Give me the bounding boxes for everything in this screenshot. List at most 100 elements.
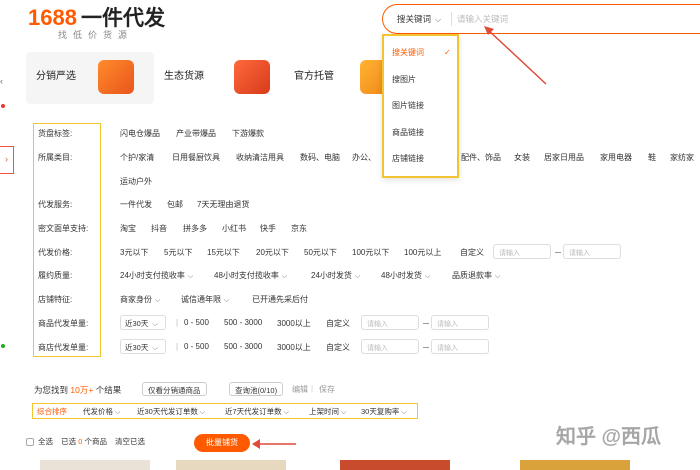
filter-option[interactable]: 一件代发 bbox=[120, 199, 152, 210]
filter-option[interactable]: 包邮 bbox=[167, 199, 183, 210]
filter-option[interactable]: 100元以下 bbox=[352, 247, 389, 258]
shop-orders-period-select[interactable]: 近30天 ⌵ bbox=[120, 339, 166, 354]
product-thumbnail[interactable] bbox=[520, 460, 630, 470]
separator: | bbox=[176, 342, 179, 351]
price-max-input[interactable]: 请输入 bbox=[563, 244, 621, 259]
filter-dropdown[interactable]: 24小时发货 ⌵ bbox=[311, 270, 360, 281]
filter-option[interactable]: 运动户外 bbox=[120, 176, 152, 187]
chevron-down-icon: ⌵ bbox=[281, 273, 288, 280]
filter-option[interactable]: 50元以下 bbox=[304, 247, 337, 258]
filter-option[interactable]: 0 - 500 bbox=[184, 342, 209, 351]
filter-option[interactable]: 快手 bbox=[260, 223, 276, 234]
filter-option[interactable]: 自定义 bbox=[460, 247, 484, 258]
filter-option[interactable]: 20元以下 bbox=[256, 247, 289, 258]
filter-option[interactable]: 居家日用品 bbox=[544, 152, 584, 163]
tab-label: 生态货源 bbox=[164, 71, 204, 82]
sort-comprehensive[interactable]: 综合排序 bbox=[37, 406, 67, 417]
save-link[interactable]: 保存 bbox=[319, 384, 335, 395]
range-dash bbox=[423, 347, 429, 348]
left-rail-toggle[interactable]: › bbox=[0, 146, 14, 174]
filter-option[interactable]: 3000以上 bbox=[277, 318, 311, 329]
check-icon: ✓ bbox=[444, 48, 451, 57]
chevron-down-icon: ⌵ bbox=[283, 409, 289, 416]
filter-dropdown[interactable]: 24小时支付揽收率 ⌵ bbox=[120, 270, 193, 281]
filter-option[interactable]: 鞋 bbox=[648, 152, 656, 163]
sort-listing-time[interactable]: 上架时间 ⌵ bbox=[309, 406, 346, 417]
edit-link[interactable]: 编辑 bbox=[292, 384, 308, 395]
search-type-select[interactable]: 搜关键词 ⌵ bbox=[397, 13, 441, 25]
select-all-checkbox[interactable] bbox=[26, 438, 34, 447]
filter-dropdown[interactable]: 商家身份 ⌵ bbox=[120, 294, 160, 305]
filter-dropdown[interactable]: 诚信通年限 ⌵ bbox=[181, 294, 229, 305]
filter-option[interactable]: 7天无理由退货 bbox=[197, 199, 249, 210]
tab-guanfang[interactable]: 官方托管 bbox=[226, 52, 346, 104]
product-thumbnail[interactable] bbox=[176, 460, 286, 470]
sort-price[interactable]: 代发价格 ⌵ bbox=[83, 406, 120, 417]
dropdown-item-image-link[interactable]: 图片链接 bbox=[392, 100, 424, 111]
filter-option[interactable]: 数码、电脑 bbox=[300, 152, 340, 163]
filter-label-shop-orders: 商店代发单量: bbox=[38, 343, 89, 352]
shop-orders-min-input[interactable]: 请输入 bbox=[361, 339, 419, 354]
item-orders-max-input[interactable]: 请输入 bbox=[431, 315, 489, 330]
filter-option[interactable]: 产业带爆品 bbox=[176, 128, 216, 139]
dropdown-item-product-link[interactable]: 商品链接 bbox=[392, 127, 424, 138]
dropdown-item-keyword[interactable]: 搜关键词 bbox=[392, 47, 424, 58]
logo-number: 1688 bbox=[28, 5, 77, 30]
left-rail-arrow[interactable]: ‹ bbox=[0, 76, 3, 86]
filter-option[interactable]: 个护/家清 bbox=[120, 152, 154, 163]
filter-option[interactable]: 家纺家 bbox=[670, 152, 694, 163]
item-orders-min-input[interactable]: 请输入 bbox=[361, 315, 419, 330]
dropdown-item-store-link[interactable]: 店铺链接 bbox=[392, 153, 424, 164]
filter-option[interactable]: 拼多多 bbox=[183, 223, 207, 234]
shop-orders-max-input[interactable]: 请输入 bbox=[431, 339, 489, 354]
filter-dropdown[interactable]: 48小时发货 ⌵ bbox=[381, 270, 430, 281]
chevron-down-icon: ⌵ bbox=[224, 297, 230, 304]
filter-option[interactable]: 配件、饰品 bbox=[461, 152, 501, 163]
item-orders-period-select[interactable]: 近30天 ⌵ bbox=[120, 315, 166, 330]
filter-option[interactable]: 家用电器 bbox=[600, 152, 632, 163]
filter-dropdown[interactable]: 48小时支付揽收率 ⌵ bbox=[214, 270, 287, 281]
filter-option[interactable]: 3元以下 bbox=[120, 247, 148, 258]
sort-7day-orders[interactable]: 近7天代发订单数 ⌵ bbox=[225, 406, 289, 417]
chevron-down-icon: ⌵ bbox=[152, 321, 158, 328]
filter-option[interactable]: 淘宝 bbox=[120, 223, 136, 234]
product-thumbnail[interactable] bbox=[340, 460, 450, 470]
search-type-dropdown: 搜关键词 ✓ 搜图片 图片链接 商品链接 店铺链接 bbox=[382, 34, 459, 178]
filter-option[interactable]: 自定义 bbox=[326, 342, 350, 353]
filter-option[interactable]: 日用餐厨饮具 bbox=[172, 152, 220, 163]
filter-option[interactable]: 女装 bbox=[514, 152, 530, 163]
storefront-icon bbox=[234, 60, 270, 94]
price-min-input[interactable]: 请输入 bbox=[493, 244, 551, 259]
filter-option[interactable]: 0 - 500 bbox=[184, 318, 209, 327]
sort-repurchase[interactable]: 30天复购率 ⌵ bbox=[361, 406, 407, 417]
filter-option[interactable]: 500 - 3000 bbox=[224, 342, 262, 351]
range-dash bbox=[555, 252, 561, 253]
filter-label-platform: 密文面单支持: bbox=[38, 224, 89, 233]
filter-option[interactable]: 收纳清洁用具 bbox=[236, 152, 284, 163]
filter-option[interactable]: 抖音 bbox=[151, 223, 167, 234]
filter-option[interactable]: 100元以上 bbox=[404, 247, 441, 258]
select-all-label: 全选 bbox=[38, 437, 53, 446]
clear-selected-link[interactable]: 清空已选 bbox=[115, 437, 145, 446]
filter-option[interactable]: 500 - 3000 bbox=[224, 318, 262, 327]
bulk-distribute-button[interactable]: 批量铺货 bbox=[194, 434, 250, 452]
product-thumbnail[interactable] bbox=[40, 460, 150, 470]
dropdown-item-image[interactable]: 搜图片 bbox=[392, 74, 416, 85]
filter-option[interactable]: 京东 bbox=[291, 223, 307, 234]
filter-option[interactable]: 闪电仓爆品 bbox=[120, 128, 160, 139]
filter-option[interactable]: 3000以上 bbox=[277, 342, 311, 353]
range-dash bbox=[423, 323, 429, 324]
filter-option[interactable]: 小红书 bbox=[222, 223, 246, 234]
tab-fenxiao[interactable]: 分销严选 bbox=[26, 52, 154, 104]
tab-label: 分销严选 bbox=[36, 71, 76, 82]
filter-option[interactable]: 下游爆款 bbox=[232, 128, 264, 139]
filter-option[interactable]: 已开通先采后付 bbox=[252, 294, 308, 305]
filter-option[interactable]: 15元以下 bbox=[207, 247, 240, 258]
filter-dropdown[interactable]: 品质退款率 ⌵ bbox=[452, 270, 500, 281]
filter-option[interactable]: 办公、 bbox=[352, 152, 376, 163]
only-distribution-toggle[interactable]: 仅看分销通商品 bbox=[142, 382, 207, 396]
query-pool-button[interactable]: 查询池(0/10) bbox=[229, 382, 284, 396]
filter-option[interactable]: 自定义 bbox=[326, 318, 350, 329]
sort-30day-orders[interactable]: 近30天代发订单数 ⌵ bbox=[137, 406, 205, 417]
filter-option[interactable]: 5元以下 bbox=[164, 247, 192, 258]
